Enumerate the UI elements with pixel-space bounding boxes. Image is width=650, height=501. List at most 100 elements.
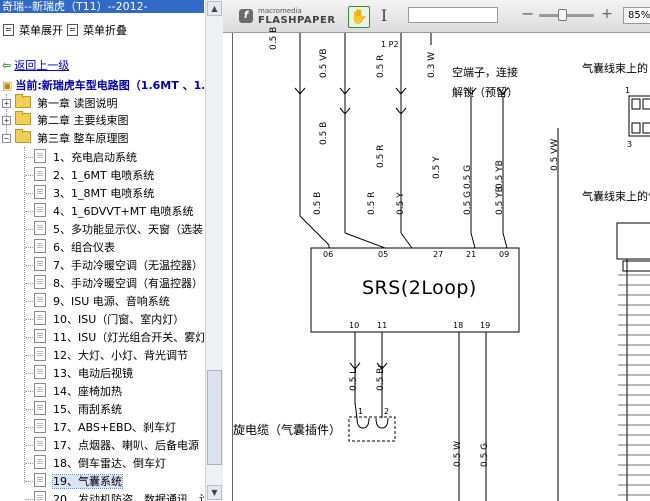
tree-item[interactable]: 18、倒车雷达、倒车灯	[34, 455, 166, 472]
document-icon	[34, 203, 46, 217]
tree-item[interactable]: 13、电动后视镜	[34, 365, 133, 382]
document-icon	[34, 167, 46, 181]
zoom-slider[interactable]	[539, 9, 594, 21]
tree-item[interactable]: 12、大灯、小灯、背光调节	[34, 347, 188, 364]
tree-item[interactable]: 11、ISU（灯光组合开关、雾灯	[34, 329, 204, 346]
pin-number: 09	[499, 250, 510, 259]
chapter-node[interactable]: + 第二章 主要线束图	[2, 111, 129, 129]
chapter-label: 第三章 整车原理图	[37, 132, 129, 145]
tree-item[interactable]: 14、座椅加热	[34, 383, 122, 400]
tree-item[interactable]: 8、手动冷暖空调（有温控器）	[34, 275, 203, 292]
zoom-out-icon[interactable]: −	[521, 6, 534, 22]
collapse-menu-button[interactable]: 菜单折叠	[67, 23, 127, 39]
tree-item[interactable]: 6、组合仪表	[34, 239, 115, 256]
zoom-in-icon[interactable]: +	[601, 7, 613, 22]
wire-label: 0.5 R	[376, 144, 386, 168]
srs-module-label: SRS(2Loop)	[362, 277, 477, 299]
folder-icon	[15, 129, 31, 143]
pin-number: 06	[323, 250, 334, 259]
tree-guide	[25, 319, 33, 320]
annotation: 空端子，连接	[452, 66, 518, 79]
document-icon	[34, 185, 46, 199]
tree-item[interactable]: 2、1_6MT 电喷系统	[34, 167, 154, 184]
tree-guide	[25, 373, 33, 374]
pin-number: 3	[627, 140, 633, 149]
flashpaper-logo-icon: f	[239, 9, 253, 23]
scroll-down-icon[interactable]: ▼	[207, 485, 222, 500]
tree-item[interactable]: 19、气囊系统	[34, 473, 123, 490]
pin-number: 19	[480, 321, 491, 330]
tree-item-label: 7、手动冷暖空调（无温控器）	[53, 259, 203, 272]
tree-item[interactable]: 1、充电启动系统	[34, 149, 137, 166]
document-icon	[34, 401, 46, 415]
window-title: 奇瑞--新瑞虎（T11）--2012-	[0, 0, 204, 13]
document-icon	[34, 221, 46, 235]
zoom-value[interactable]: 85%	[623, 7, 650, 24]
tree-item[interactable]: 7、手动冷暖空调（无温控器）	[34, 257, 203, 274]
pin-number: 18	[453, 321, 464, 330]
wire-label: 0.5 G	[480, 442, 490, 467]
tree-item[interactable]: 9、ISU 电源、音响系统	[34, 293, 170, 310]
tree-scrollbar[interactable]: ▲ ▼	[205, 0, 223, 501]
pin-number: 1	[358, 407, 364, 416]
tree-item[interactable]: 17、点烟器、喇叭、后备电源	[34, 437, 199, 454]
current-location: ▣当前:新瑞虎车型电路图（1.6MT 、1.8 M	[2, 79, 204, 92]
document-icon	[34, 293, 46, 307]
wire-label: 0.5 Br	[376, 363, 386, 391]
tree-guide	[25, 247, 33, 248]
wire-label: 0.5 YB	[495, 160, 505, 189]
tree-guide	[25, 427, 33, 428]
document-page[interactable]: 0.5 B 0.5 VB 0.5 R 0.3 W 1 P2 0.5 B 0.5 …	[232, 27, 650, 501]
tree-item[interactable]: 15、雨刮系统	[34, 401, 122, 418]
expand-menu-button[interactable]: 菜单展开	[3, 23, 63, 39]
wire-label: 0.5 B	[313, 191, 323, 215]
menu-tree-panel: 奇瑞--新瑞虎（T11）--2012- 菜单展开 菜单折叠 ⇦ 返回上一级 ▣ 当前…	[0, 0, 204, 501]
tree-item[interactable]: 10、ISU（门窗、室内灯）	[34, 311, 184, 328]
back-link[interactable]: ⇦ 返回上一级	[2, 57, 69, 73]
tree-item[interactable]: 3、1_8MT 电喷系统	[34, 185, 154, 202]
chapter-node[interactable]: + 第一章 读图说明	[2, 94, 118, 112]
wire-label: 0.3 W	[427, 51, 437, 78]
hand-icon[interactable]: ✋	[348, 6, 370, 28]
tree-guide	[25, 301, 33, 302]
tree-item-label: 1、充电启动系统	[53, 151, 137, 164]
expand-icon[interactable]: +	[2, 116, 11, 125]
document-icon	[34, 365, 46, 379]
collapse-icon[interactable]: −	[2, 134, 11, 143]
menu-expand-icon	[3, 24, 14, 36]
tree-item[interactable]: 4、1_6DVVT+MT 电喷系统	[34, 203, 193, 220]
connector-note: 1 P2	[381, 40, 399, 49]
tree-item[interactable]: 17、ABS+EBD、刹车灯	[34, 419, 176, 436]
tree-guide	[25, 499, 33, 500]
tree-item-label: 6、组合仪表	[53, 241, 115, 254]
document-icon	[34, 347, 46, 361]
wire-label: 0.5 YB	[495, 186, 505, 215]
wire-label: 0.5 G	[463, 164, 473, 189]
document-icon	[34, 257, 46, 271]
scroll-thumb[interactable]	[207, 370, 222, 465]
folder-icon	[15, 94, 31, 108]
folder-icon	[15, 111, 31, 125]
zoom-slider-knob[interactable]	[558, 9, 567, 21]
tree-guide	[25, 157, 33, 158]
pin-number: 27	[433, 250, 444, 259]
scroll-up-icon[interactable]: ▲	[207, 1, 222, 16]
current-folder-icon: ▣	[2, 79, 13, 92]
tree-item-label: 17、ABS+EBD、刹车灯	[53, 421, 177, 434]
chapter-node[interactable]: − 第三章 整车原理图	[2, 129, 129, 147]
document-icon	[34, 275, 46, 289]
tree-guide	[25, 409, 33, 410]
text-select-icon[interactable]: I	[378, 7, 390, 25]
tree-item-label: 14、座椅加热	[53, 385, 122, 398]
tree-item-label: 2、1_6MT 电喷系统	[53, 169, 155, 182]
tree-item-label: 17、点烟器、喇叭、后备电源	[53, 439, 199, 452]
tree-item[interactable]: 20、发动机防盗、数据通讯、诊	[34, 491, 204, 501]
expand-icon[interactable]: +	[2, 99, 11, 108]
document-icon	[34, 437, 46, 451]
tree-guide	[25, 391, 33, 392]
chapter-label: 第一章 读图说明	[37, 97, 118, 110]
tree-item[interactable]: 5、多功能显示仪、天窗（选装	[34, 221, 203, 238]
annotation: 旋电缆（气囊插件）	[233, 423, 342, 437]
search-input[interactable]	[408, 7, 498, 23]
document-icon	[34, 149, 46, 163]
